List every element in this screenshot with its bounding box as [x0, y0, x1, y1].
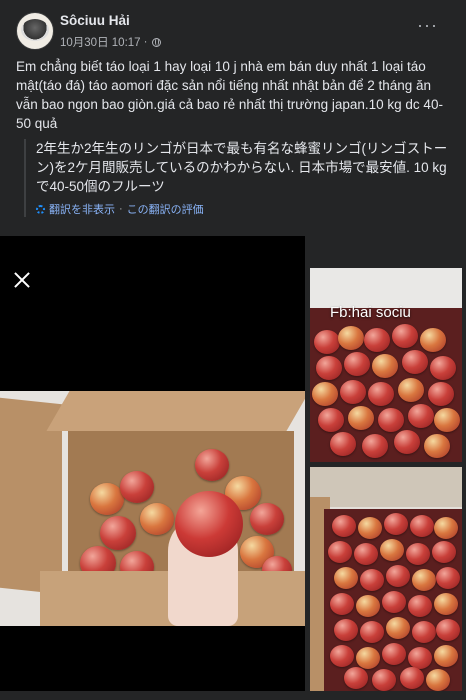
watermark-text: Fb:hai sociu	[330, 304, 411, 321]
post-header: Sôciuu Hải 10月30日 10:17 · ···	[0, 0, 466, 56]
gear-icon[interactable]	[36, 204, 45, 214]
avatar[interactable]	[16, 12, 54, 50]
post-date[interactable]: 10月30日 10:17	[60, 34, 141, 50]
author-name[interactable]: Sôciuu Hải	[60, 13, 130, 28]
post-card: Sôciuu Hải 10月30日 10:17 · ··· Em chẳng b…	[0, 0, 466, 700]
link-separator: ·	[119, 203, 123, 215]
photo-top-right[interactable]: Fb:hai sociu	[310, 268, 462, 462]
post-body: Em chẳng biết táo loại 1 hay loại 10 j n…	[16, 59, 443, 131]
photo-bottom-right[interactable]	[310, 467, 462, 691]
translation-links: 翻訳を非表示 · この翻訳の評価	[36, 201, 448, 217]
post-meta: 10月30日 10:17 ·	[60, 34, 162, 50]
meta-separator: ·	[143, 36, 148, 48]
globe-icon	[152, 37, 162, 47]
apple-box-image	[0, 391, 305, 626]
hide-translation-link[interactable]: 翻訳を非表示	[49, 201, 115, 217]
close-icon[interactable]	[12, 270, 32, 290]
photo-main[interactable]	[0, 236, 305, 691]
rate-translation-link[interactable]: この翻訳の評価	[127, 201, 204, 217]
translation-block: 2年生か2年生のリンゴが日本で最も有名な蜂蜜リンゴ(リンゴストーン)を2ケ月間販…	[24, 139, 448, 217]
more-icon[interactable]: ···	[417, 16, 438, 34]
translation-text: 2年生か2年生のリンゴが日本で最も有名な蜂蜜リンゴ(リンゴストーン)を2ケ月間販…	[36, 141, 448, 194]
